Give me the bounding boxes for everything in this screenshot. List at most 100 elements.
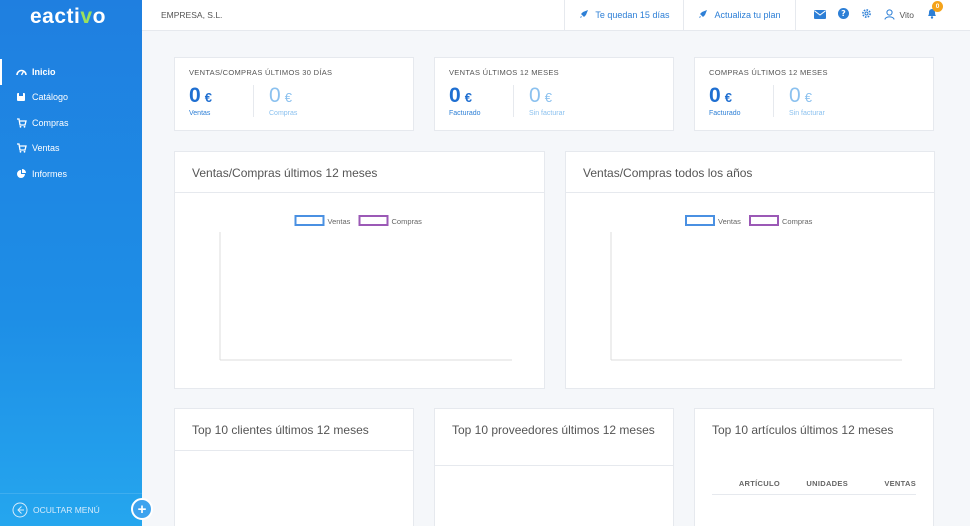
trial-label: Te quedan 15 días xyxy=(595,10,670,20)
topbar: EMPRESA, S.L. Te quedan 15 días Actualiz… xyxy=(142,0,970,31)
stat-value: 0 xyxy=(789,84,801,107)
column-header-articulo[interactable]: ARTÍCULO xyxy=(712,479,780,494)
currency-symbol: € xyxy=(804,90,812,105)
chart-card-todos-los-anos: Ventas/Compras todos los años Ventas Comp… xyxy=(565,151,935,389)
mail-icon[interactable] xyxy=(813,6,826,24)
sidebar: eactivo Inicio Catálogo Compras Ventas xyxy=(0,0,142,526)
chart-card-12-meses: Ventas/Compras últimos 12 meses Ventas Co… xyxy=(174,151,545,389)
logo-text-end: o xyxy=(92,4,106,28)
upgrade-plan-button[interactable]: Actualiza tu plan xyxy=(683,0,794,31)
hide-menu-label: OCULTAR MENÚ xyxy=(33,505,100,515)
user-menu[interactable]: Vito xyxy=(884,8,915,22)
upgrade-plan-label: Actualiza tu plan xyxy=(714,10,781,20)
user-icon xyxy=(884,8,895,22)
sidebar-item-inicio[interactable]: Inicio xyxy=(0,59,142,85)
legend-swatch xyxy=(685,215,715,226)
stat-value: 0 xyxy=(189,84,201,107)
currency-symbol: € xyxy=(204,90,212,105)
stat-compras: 0 € Compras xyxy=(253,85,317,117)
stat-label: Sin facturar xyxy=(789,110,825,117)
stat-card-title: VENTAS/COMPRAS ÚLTIMOS 30 DÍAS xyxy=(189,68,333,77)
cart-icon xyxy=(15,117,27,128)
stat-facturado: 0 € Facturado xyxy=(449,84,513,118)
top-card-title: Top 10 artículos últimos 12 meses xyxy=(712,423,894,437)
stat-label: Sin facturar xyxy=(529,110,565,117)
sidebar-item-catalogo[interactable]: Catálogo xyxy=(0,85,142,111)
stat-sin-facturar: 0 € Sin facturar xyxy=(773,85,837,117)
stat-label: Ventas xyxy=(189,110,211,117)
chart-title: Ventas/Compras todos los años xyxy=(566,152,934,193)
legend-label: Ventas xyxy=(718,217,741,226)
hide-menu-button[interactable]: OCULTAR MENÚ xyxy=(0,493,142,526)
sidebar-item-label: Catálogo xyxy=(32,92,69,103)
notifications-button[interactable]: 0 xyxy=(926,1,943,24)
topbar-icons: ? Vito 0 xyxy=(794,0,970,31)
notification-count-badge: 0 xyxy=(932,1,943,12)
stat-value: 0 xyxy=(529,84,541,107)
legend-label: Compras xyxy=(782,217,813,226)
gear-icon[interactable] xyxy=(861,6,872,24)
top-proveedores-card: Top 10 proveedores últimos 12 meses xyxy=(434,408,674,526)
sidebar-item-compras[interactable]: Compras xyxy=(0,110,142,136)
stat-value: 0 xyxy=(269,84,281,107)
arrow-left-circle-icon xyxy=(12,502,28,518)
sidebar-nav: Inicio Catálogo Compras Ventas Informes xyxy=(0,59,142,187)
currency-symbol: € xyxy=(464,90,472,105)
top-card-title: Top 10 clientes últimos 12 meses xyxy=(175,409,413,451)
sidebar-item-label: Inicio xyxy=(32,66,56,77)
legend-item[interactable]: Compras xyxy=(749,215,813,226)
stat-card-title: VENTAS ÚLTIMOS 12 MESES xyxy=(449,68,559,77)
column-header-unidades[interactable]: UNIDADES xyxy=(780,479,848,494)
logo-text-main: eacti xyxy=(30,4,81,28)
sidebar-item-ventas[interactable]: Ventas xyxy=(0,136,142,162)
stat-card-ventas-12-meses: VENTAS ÚLTIMOS 12 MESES 0 € Facturado 0 € … xyxy=(434,57,674,131)
stat-sin-facturar: 0 € Sin facturar xyxy=(513,85,577,117)
stat-card-title: COMPRAS ÚLTIMOS 12 MESES xyxy=(709,68,828,77)
rocket-icon xyxy=(579,9,589,21)
stat-value: 0 xyxy=(709,84,721,107)
stat-label: Facturado xyxy=(709,110,741,117)
help-icon[interactable]: ? xyxy=(837,6,849,24)
trial-button[interactable]: Te quedan 15 días xyxy=(564,0,683,31)
plus-icon: + xyxy=(137,500,147,518)
add-button[interactable]: + xyxy=(131,498,153,520)
currency-symbol: € xyxy=(284,90,292,105)
top-articulos-card: Top 10 artículos últimos 12 meses ARTÍCU… xyxy=(694,408,934,526)
sidebar-item-label: Informes xyxy=(32,168,68,179)
legend-item[interactable]: Compras xyxy=(358,215,423,226)
stat-label: Compras xyxy=(269,110,298,117)
legend-swatch xyxy=(749,215,779,226)
company-name[interactable]: EMPRESA, S.L. xyxy=(161,10,564,20)
sidebar-item-label: Compras xyxy=(32,117,69,128)
legend-label: Compras xyxy=(392,217,423,226)
stat-value: 0 xyxy=(449,84,461,107)
legend-item[interactable]: Ventas xyxy=(294,215,351,226)
stat-label: Facturado xyxy=(449,110,481,117)
logo[interactable]: eacti v o xyxy=(0,0,142,33)
currency-symbol: € xyxy=(544,90,552,105)
pie-chart-icon xyxy=(15,168,27,179)
stat-ventas: 0 € Ventas xyxy=(189,84,253,118)
dashboard-icon xyxy=(15,66,27,77)
cart-icon xyxy=(15,143,27,154)
svg-text:?: ? xyxy=(841,9,846,18)
legend-label: Ventas xyxy=(328,217,351,226)
sidebar-item-informes[interactable]: Informes xyxy=(0,161,142,187)
user-name: Vito xyxy=(899,10,915,20)
top-clientes-card: Top 10 clientes últimos 12 meses xyxy=(174,408,414,526)
stat-facturado: 0 € Facturado xyxy=(709,84,773,118)
chart-todos-los-anos: Ventas Compras xyxy=(610,215,902,361)
logo-text-accent: v xyxy=(80,4,93,28)
table-header: ARTÍCULO UNIDADES VENTAS xyxy=(712,479,916,495)
stat-card-30-dias: VENTAS/COMPRAS ÚLTIMOS 30 DÍAS 0 € Ventas… xyxy=(174,57,414,131)
top-card-title: Top 10 proveedores últimos 12 meses xyxy=(435,409,673,466)
legend-swatch xyxy=(294,215,325,226)
stat-card-compras-12-meses: COMPRAS ÚLTIMOS 12 MESES 0 € Facturado 0 €… xyxy=(694,57,934,131)
column-header-ventas[interactable]: VENTAS xyxy=(848,479,916,494)
book-icon xyxy=(15,92,27,103)
currency-symbol: € xyxy=(724,90,732,105)
legend-item[interactable]: Ventas xyxy=(685,215,741,226)
rocket-icon xyxy=(698,9,708,21)
legend-swatch xyxy=(358,215,389,226)
chart-title: Ventas/Compras últimos 12 meses xyxy=(175,152,544,193)
